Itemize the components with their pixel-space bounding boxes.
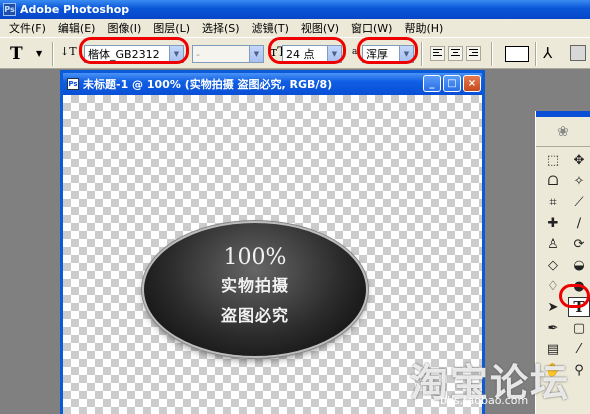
character-palette-icon[interactable] [570, 45, 586, 61]
font-size-value: 24 点 [286, 48, 315, 61]
crop-icon[interactable]: ⌗ [542, 192, 564, 212]
watermark-stamp: 100% 实物拍摄 盗图必究 [144, 223, 366, 356]
font-size-select[interactable]: 24 点 ▼ [282, 45, 342, 63]
chevron-down-icon: ▼ [249, 46, 263, 62]
separator [491, 42, 493, 66]
menu-file[interactable]: 文件(F) [3, 20, 52, 36]
paint-bucket-icon[interactable]: ◒ [568, 255, 590, 275]
zoom-icon[interactable]: ⚲ [568, 360, 590, 380]
antialias-icon: a [352, 47, 358, 57]
dodge-icon[interactable]: ● [568, 276, 590, 296]
healing-icon[interactable]: ✚ [542, 213, 564, 233]
document-title: 未标题-1 @ 100% (实物拍摄 盗图必究, RGB/8) [83, 78, 333, 91]
separator [421, 42, 423, 66]
pen-icon[interactable]: ✒ [542, 318, 564, 338]
canvas[interactable]: 100% 实物拍摄 盗图必究 [63, 95, 482, 414]
type-tool-icon[interactable]: T [568, 297, 590, 317]
document-window: Ps 未标题-1 @ 100% (实物拍摄 盗图必究, RGB/8) _ □ ×… [60, 70, 485, 414]
marquee-icon[interactable]: ⬚ [542, 150, 564, 170]
menu-window[interactable]: 窗口(W) [345, 20, 398, 36]
menu-image[interactable]: 图像(I) [101, 20, 147, 36]
hand-icon[interactable]: ✋ [542, 360, 564, 380]
close-icon[interactable]: × [463, 75, 481, 92]
history-brush-icon[interactable]: ⟳ [568, 234, 590, 254]
font-style-value: - [196, 47, 200, 61]
font-family-select[interactable]: 楷体_GB2312 ▼ [84, 45, 184, 63]
menu-view[interactable]: 视图(V) [295, 20, 345, 36]
stamp-line-1: 实物拍摄 [220, 275, 289, 295]
align-left-icon[interactable] [430, 46, 445, 61]
antialias-value: 浑厚 [366, 48, 388, 61]
options-bar: T ▼ ↓T 楷体_GB2312 ▼ - ▼ тT 24 点 ▼ a 浑厚 ▼ … [0, 37, 590, 69]
preset-dropdown-arrow-icon[interactable]: ▼ [36, 49, 42, 58]
warp-text-icon[interactable]: ⅄ [543, 44, 552, 62]
font-style-select[interactable]: - ▼ [192, 45, 264, 63]
eraser-icon[interactable]: ◇ [542, 255, 564, 275]
font-family-value: 楷体_GB2312 [88, 48, 160, 61]
align-right-icon[interactable] [466, 46, 481, 61]
document-icon: Ps [67, 78, 79, 90]
menu-filter[interactable]: 滤镜(T) [246, 20, 295, 36]
document-title-bar[interactable]: Ps 未标题-1 @ 100% (实物拍摄 盗图必究, RGB/8) _ □ × [63, 73, 482, 95]
move-icon[interactable]: ✥ [568, 150, 590, 170]
app-title: Adobe Photoshop [20, 3, 130, 16]
stamp-icon[interactable]: ♙ [542, 234, 564, 254]
photoshop-logo-icon: Ps [3, 3, 16, 16]
brush-icon[interactable]: ∕ [568, 213, 590, 233]
minimize-icon[interactable]: _ [423, 75, 441, 92]
align-center-icon[interactable] [448, 46, 463, 61]
chevron-down-icon: ▼ [399, 46, 413, 62]
notes-icon[interactable]: ▤ [542, 339, 564, 359]
shape-icon[interactable]: ▢ [568, 318, 590, 338]
separator [52, 42, 54, 66]
menu-edit[interactable]: 编辑(E) [52, 20, 102, 36]
antialias-select[interactable]: 浑厚 ▼ [362, 45, 414, 63]
toolbox-logo-icon[interactable]: ❀ [536, 117, 590, 147]
chevron-down-icon: ▼ [169, 46, 183, 62]
type-tool-preset-icon[interactable]: T [10, 44, 23, 64]
toolbox: ❀ ⬚ ✥ ᗝ ✧ ⌗ ⟋ ✚ ∕ ♙ ⟳ ◇ ◒ ♢ ● ➤ T ✒ ▢ ▤ … [535, 111, 590, 414]
menu-layer[interactable]: 图层(L) [147, 20, 196, 36]
app-title-bar: Ps Adobe Photoshop [0, 0, 590, 19]
path-select-icon[interactable]: ➤ [542, 297, 564, 317]
text-color-swatch[interactable] [505, 46, 529, 62]
blur-icon[interactable]: ♢ [542, 276, 564, 296]
stamp-line-2: 盗图必究 [220, 305, 289, 325]
menu-select[interactable]: 选择(S) [196, 20, 246, 36]
menu-help[interactable]: 帮助(H) [398, 20, 449, 36]
slice-icon[interactable]: ⟋ [568, 192, 590, 212]
lasso-icon[interactable]: ᗝ [542, 171, 564, 191]
chevron-down-icon: ▼ [327, 46, 341, 62]
eyedropper-icon[interactable]: ⁄ [568, 339, 590, 359]
maximize-icon[interactable]: □ [443, 75, 461, 92]
menu-bar: 文件(F) 编辑(E) 图像(I) 图层(L) 选择(S) 滤镜(T) 视图(V… [0, 19, 590, 37]
text-orientation-icon[interactable]: ↓T [60, 45, 77, 58]
separator [535, 42, 537, 66]
stamp-percent: 100% [223, 244, 287, 270]
magic-wand-icon[interactable]: ✧ [568, 171, 590, 191]
